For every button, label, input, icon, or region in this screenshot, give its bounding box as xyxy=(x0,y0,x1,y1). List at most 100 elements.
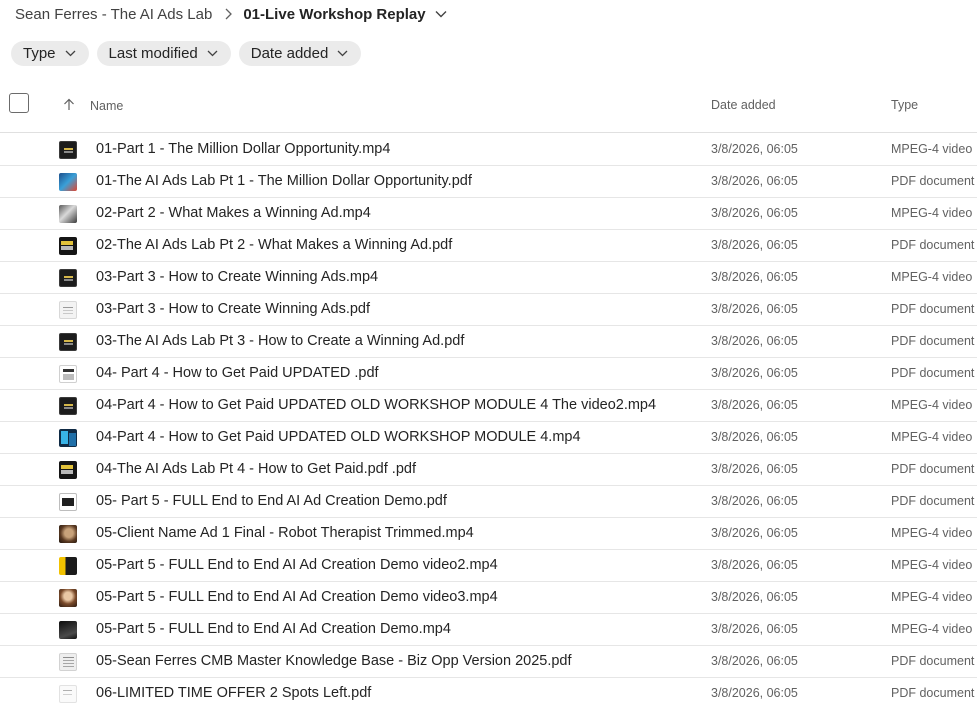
file-row[interactable]: 03-The AI Ads Lab Pt 3 - How to Create a… xyxy=(0,326,977,358)
file-date-added: 3/8/2026, 06:05 xyxy=(711,366,798,380)
file-browser: Sean Ferres - The AI Ads Lab 01-Live Wor… xyxy=(0,0,977,705)
file-date-added: 3/8/2026, 06:05 xyxy=(711,590,798,604)
file-thumbnail-icon xyxy=(59,525,77,543)
file-thumbnail-icon xyxy=(59,333,77,351)
file-name[interactable]: 04-Part 4 - How to Get Paid UPDATED OLD … xyxy=(96,429,581,445)
breadcrumb-current-folder[interactable]: 01-Live Workshop Replay xyxy=(243,6,425,23)
file-name[interactable]: 01-Part 1 - The Million Dollar Opportuni… xyxy=(96,141,390,157)
file-thumbnail-icon xyxy=(59,173,77,191)
file-name[interactable]: 05-Part 5 - FULL End to End AI Ad Creati… xyxy=(96,557,498,573)
file-thumbnail-icon xyxy=(59,653,77,671)
file-type: PDF document xyxy=(891,366,975,380)
file-name[interactable]: 06-LIMITED TIME OFFER 2 Spots Left.pdf xyxy=(96,685,371,701)
file-name[interactable]: 02-Part 2 - What Makes a Winning Ad.mp4 xyxy=(96,205,371,221)
file-row[interactable]: 04-Part 4 - How to Get Paid UPDATED OLD … xyxy=(0,390,977,422)
column-header-row: Name Date added Type xyxy=(0,86,977,133)
file-name[interactable]: 05-Part 5 - FULL End to End AI Ad Creati… xyxy=(96,589,498,605)
file-row[interactable]: 03-Part 3 - How to Create Winning Ads.mp… xyxy=(0,262,977,294)
filter-type-button[interactable]: Type xyxy=(11,41,89,66)
chevron-down-icon xyxy=(207,50,218,57)
file-date-added: 3/8/2026, 06:05 xyxy=(711,334,798,348)
file-type: MPEG-4 video xyxy=(891,590,973,604)
breadcrumb-root[interactable]: Sean Ferres - The AI Ads Lab xyxy=(15,6,212,23)
file-date-added: 3/8/2026, 06:05 xyxy=(711,270,798,284)
filter-label: Type xyxy=(23,45,56,62)
file-type: MPEG-4 video xyxy=(891,206,973,220)
column-header-name[interactable]: Name xyxy=(90,99,123,113)
file-row[interactable]: 04-The AI Ads Lab Pt 4 - How to Get Paid… xyxy=(0,454,977,486)
file-type: PDF document xyxy=(891,494,975,508)
chevron-down-icon xyxy=(337,50,348,57)
filter-date-added-button[interactable]: Date added xyxy=(238,41,362,66)
file-thumbnail-icon xyxy=(59,557,77,575)
file-thumbnail-icon xyxy=(59,365,77,383)
file-row[interactable]: 01-The AI Ads Lab Pt 1 - The Million Dol… xyxy=(0,166,977,198)
file-name[interactable]: 03-Part 3 - How to Create Winning Ads.mp… xyxy=(96,269,378,285)
file-thumbnail-icon xyxy=(59,269,77,287)
file-name[interactable]: 04-Part 4 - How to Get Paid UPDATED OLD … xyxy=(96,397,656,413)
file-row[interactable]: 02-Part 2 - What Makes a Winning Ad.mp4 3… xyxy=(0,198,977,230)
file-row[interactable]: 05-Part 5 - FULL End to End AI Ad Creati… xyxy=(0,614,977,646)
file-row[interactable]: 05-Client Name Ad 1 Final - Robot Therap… xyxy=(0,518,977,550)
file-row[interactable]: 02-The AI Ads Lab Pt 2 - What Makes a Wi… xyxy=(0,230,977,262)
arrow-up-icon[interactable] xyxy=(63,98,75,114)
file-thumbnail-icon xyxy=(59,461,77,479)
file-name[interactable]: 05-Part 5 - FULL End to End AI Ad Creati… xyxy=(96,621,451,637)
file-date-added: 3/8/2026, 06:05 xyxy=(711,654,798,668)
file-row[interactable]: 05-Part 5 - FULL End to End AI Ad Creati… xyxy=(0,550,977,582)
file-row[interactable]: 04-Part 4 - How to Get Paid UPDATED OLD … xyxy=(0,422,977,454)
file-name[interactable]: 05- Part 5 - FULL End to End AI Ad Creat… xyxy=(96,493,447,509)
file-row[interactable]: 05-Sean Ferres CMB Master Knowledge Base… xyxy=(0,646,977,678)
file-thumbnail-icon xyxy=(59,589,77,607)
file-type: PDF document xyxy=(891,174,975,188)
file-date-added: 3/8/2026, 06:05 xyxy=(711,494,798,508)
file-type: PDF document xyxy=(891,462,975,476)
file-type: PDF document xyxy=(891,686,975,700)
file-date-added: 3/8/2026, 06:05 xyxy=(711,686,798,700)
chevron-right-icon xyxy=(224,8,233,20)
file-row[interactable]: 06-LIMITED TIME OFFER 2 Spots Left.pdf 3/… xyxy=(0,678,977,705)
column-header-date-added[interactable]: Date added xyxy=(711,98,776,112)
file-name[interactable]: 05-Sean Ferres CMB Master Knowledge Base… xyxy=(96,653,572,669)
file-name[interactable]: 03-Part 3 - How to Create Winning Ads.pd… xyxy=(96,301,370,317)
file-type: PDF document xyxy=(891,238,975,252)
file-date-added: 3/8/2026, 06:05 xyxy=(711,206,798,220)
file-type: PDF document xyxy=(891,334,975,348)
file-row[interactable]: 05- Part 5 - FULL End to End AI Ad Creat… xyxy=(0,486,977,518)
file-thumbnail-icon xyxy=(59,429,77,447)
file-thumbnail-icon xyxy=(59,397,77,415)
file-name[interactable]: 02-The AI Ads Lab Pt 2 - What Makes a Wi… xyxy=(96,237,452,253)
file-type: PDF document xyxy=(891,302,975,316)
breadcrumb: Sean Ferres - The AI Ads Lab 01-Live Wor… xyxy=(15,4,447,24)
file-list: 01-Part 1 - The Million Dollar Opportuni… xyxy=(0,134,977,705)
file-thumbnail-icon xyxy=(59,685,77,703)
file-date-added: 3/8/2026, 06:05 xyxy=(711,558,798,572)
file-name[interactable]: 03-The AI Ads Lab Pt 3 - How to Create a… xyxy=(96,333,464,349)
file-thumbnail-icon xyxy=(59,301,77,319)
column-header-type[interactable]: Type xyxy=(891,98,918,112)
file-type: MPEG-4 video xyxy=(891,430,973,444)
chevron-down-icon xyxy=(65,50,76,57)
file-name[interactable]: 01-The AI Ads Lab Pt 1 - The Million Dol… xyxy=(96,173,472,189)
filter-last-modified-button[interactable]: Last modified xyxy=(96,41,231,66)
chevron-down-icon[interactable] xyxy=(435,10,447,18)
select-all-checkbox[interactable] xyxy=(9,93,29,113)
file-row[interactable]: 04- Part 4 - How to Get Paid UPDATED .pd… xyxy=(0,358,977,390)
file-type: MPEG-4 video xyxy=(891,558,973,572)
filter-label: Date added xyxy=(250,45,329,62)
file-thumbnail-icon xyxy=(59,205,77,223)
file-row[interactable]: 03-Part 3 - How to Create Winning Ads.pd… xyxy=(0,294,977,326)
file-name[interactable]: 04-The AI Ads Lab Pt 4 - How to Get Paid… xyxy=(96,461,416,477)
file-date-added: 3/8/2026, 06:05 xyxy=(711,430,798,444)
file-type: MPEG-4 video xyxy=(891,398,973,412)
file-thumbnail-icon xyxy=(59,621,77,639)
file-type: MPEG-4 video xyxy=(891,270,973,284)
filter-bar: Type Last modified Date added xyxy=(11,41,362,66)
file-row[interactable]: 01-Part 1 - The Million Dollar Opportuni… xyxy=(0,134,977,166)
file-type: MPEG-4 video xyxy=(891,526,973,540)
file-thumbnail-icon xyxy=(59,493,77,511)
file-row[interactable]: 05-Part 5 - FULL End to End AI Ad Creati… xyxy=(0,582,977,614)
file-date-added: 3/8/2026, 06:05 xyxy=(711,238,798,252)
file-name[interactable]: 05-Client Name Ad 1 Final - Robot Therap… xyxy=(96,525,474,541)
file-name[interactable]: 04- Part 4 - How to Get Paid UPDATED .pd… xyxy=(96,365,379,381)
